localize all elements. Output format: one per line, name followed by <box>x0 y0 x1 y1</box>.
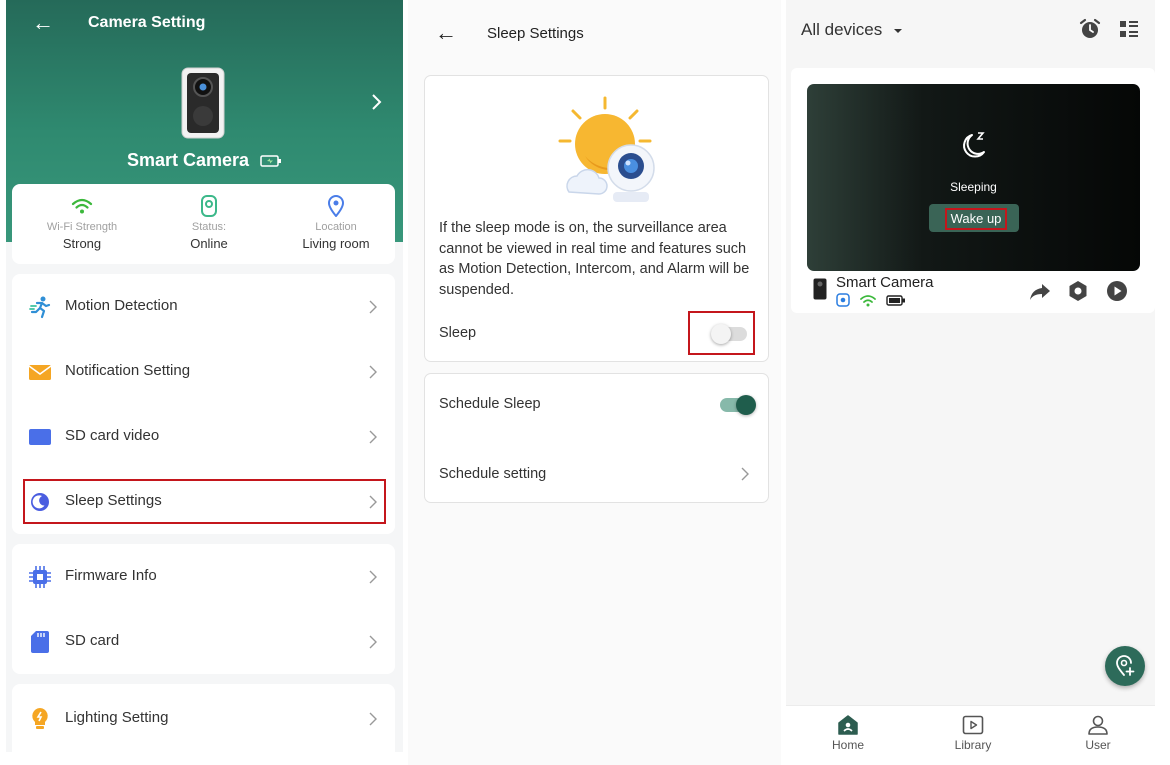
device-filter-label: All devices <box>801 20 883 39</box>
wifi-strength-stat: Wi-Fi Strength Strong <box>18 194 146 251</box>
top-bar: All devices <box>786 0 1155 60</box>
online-status-stat: Status: Online <box>145 194 273 251</box>
light-bulb-icon <box>32 708 48 729</box>
device-status-icons <box>836 293 906 307</box>
back-arrow-icon[interactable]: ← <box>435 20 457 46</box>
chip-icon <box>29 566 51 588</box>
menu-item-sd-card[interactable]: SD card <box>12 609 395 674</box>
chevron-right-icon[interactable] <box>741 467 749 481</box>
battery-icon <box>886 294 905 306</box>
sleep-toggle-highlight <box>688 311 755 355</box>
wake-up-label: Wake up <box>945 208 1007 230</box>
chevron-right-icon <box>369 300 377 314</box>
camera-status-icon <box>836 293 850 307</box>
device-detail-chevron-icon[interactable] <box>370 88 384 116</box>
menu-item-label: Firmware Info <box>65 567 157 584</box>
sleep-label: Sleep <box>439 325 477 341</box>
menu-item-lighting-setting[interactable]: Lighting Setting <box>12 686 395 751</box>
chevron-right-icon <box>369 570 377 584</box>
schedule-sleep-toggle[interactable] <box>720 395 756 415</box>
stat-label: Status: <box>191 221 227 233</box>
chevron-right-icon <box>369 365 377 379</box>
toggle-knob <box>736 395 756 415</box>
nav-library[interactable]: Library <box>933 714 1013 752</box>
wifi-icon <box>860 294 876 306</box>
settings-group-device: Firmware Info SD card <box>12 544 395 674</box>
stat-label: Location <box>315 221 357 233</box>
settings-group-lighting: Lighting Setting <box>12 684 395 752</box>
menu-item-firmware-info[interactable]: Firmware Info <box>12 544 395 609</box>
chevron-right-icon <box>369 712 377 726</box>
stat-value: Strong <box>62 236 102 251</box>
camera-setting-screen: ← Camera Setting Smart Camera Wi-Fi Stre… <box>6 0 403 752</box>
add-location-icon <box>1116 655 1135 676</box>
home-icon <box>838 715 858 735</box>
sleep-mode-card: If the sleep mode is on, the surveillanc… <box>424 75 769 362</box>
alarm-clock-icon[interactable] <box>1079 18 1101 40</box>
device-name: Smart Camera <box>126 150 250 170</box>
page-title: Camera Setting <box>88 14 206 31</box>
menu-item-label: Motion Detection <box>65 297 178 314</box>
sun-camera-illustration-icon <box>558 96 655 202</box>
wake-up-button[interactable]: Wake up <box>929 204 1019 232</box>
list-view-icon[interactable] <box>1119 19 1139 39</box>
stat-label: Wi-Fi Strength <box>46 221 118 233</box>
nav-label: User <box>1085 738 1111 752</box>
back-arrow-icon[interactable]: ← <box>32 10 54 36</box>
device-filter-dropdown[interactable]: All devices <box>801 20 903 40</box>
menu-item-label: Lighting Setting <box>65 709 169 726</box>
play-icon[interactable] <box>1106 280 1128 302</box>
battery-icon <box>260 155 282 167</box>
nav-label: Library <box>954 738 992 752</box>
menu-item-label: Notification Setting <box>65 362 191 379</box>
caret-down-icon <box>894 28 902 33</box>
all-devices-screen: All devices Sleeping Wake up Smart Camer… <box>786 0 1155 765</box>
library-icon <box>962 715 984 735</box>
camera-device-icon <box>181 67 225 139</box>
settings-gear-icon[interactable] <box>1067 280 1089 302</box>
running-person-icon <box>29 296 51 319</box>
envelope-icon <box>28 365 52 380</box>
page-title: Sleep Settings <box>487 25 584 42</box>
schedule-sleep-label: Schedule Sleep <box>439 396 541 412</box>
location-pin-icon <box>327 195 345 217</box>
sleep-mode-description: If the sleep mode is on, the surveillanc… <box>439 220 750 298</box>
menu-item-sd-card-video[interactable]: SD card video <box>12 404 395 469</box>
device-card: Sleeping Wake up Smart Camera <box>791 68 1155 313</box>
video-icon <box>29 429 51 445</box>
sleep-settings-screen: ← Sleep Settings If the sleep mode is on… <box>408 0 781 765</box>
chevron-right-icon <box>369 635 377 649</box>
location-stat: Location Living room <box>272 194 400 251</box>
camera-status-icon <box>201 195 217 217</box>
device-name: Smart Camera <box>836 274 934 291</box>
menu-item-notification-setting[interactable]: Notification Setting <box>12 339 395 404</box>
device-status-card: Wi-Fi Strength Strong Status: Online Loc… <box>12 184 395 264</box>
camera-thumbnail-icon <box>813 278 827 300</box>
menu-item-motion-detection[interactable]: Motion Detection <box>12 274 395 339</box>
sleep-moon-icon <box>963 132 985 158</box>
sd-card-icon <box>31 631 49 653</box>
schedule-card: Schedule Sleep Schedule setting <box>424 373 769 503</box>
nav-user[interactable]: User <box>1058 714 1138 752</box>
user-icon <box>1088 715 1108 735</box>
schedule-setting-label[interactable]: Schedule setting <box>439 466 546 482</box>
sleeping-status: Sleeping <box>950 180 997 194</box>
nav-home[interactable]: Home <box>808 714 888 752</box>
sleep-settings-highlight <box>23 479 386 524</box>
stat-value: Living room <box>302 236 370 251</box>
bottom-navigation: Home Library User <box>786 705 1155 765</box>
add-device-button[interactable] <box>1105 646 1145 686</box>
menu-item-label: SD card <box>65 632 120 649</box>
share-icon[interactable] <box>1029 280 1051 302</box>
menu-item-label: SD card video <box>65 427 160 444</box>
stat-value: Online <box>190 236 228 251</box>
wifi-icon <box>71 198 93 214</box>
device-name-row: Smart Camera <box>6 150 403 171</box>
camera-preview[interactable]: Sleeping Wake up <box>807 84 1140 271</box>
chevron-right-icon <box>369 430 377 444</box>
nav-label: Home <box>831 738 864 752</box>
